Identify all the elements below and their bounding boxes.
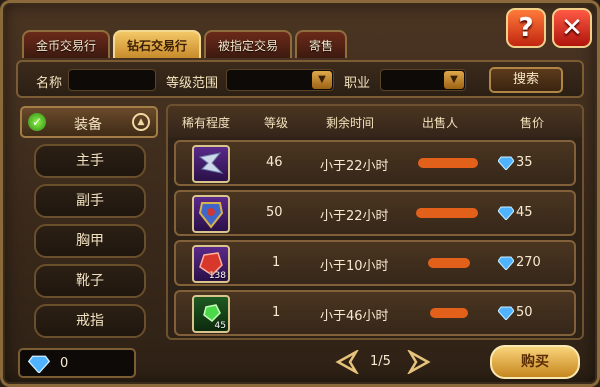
search-bar: 名称 等级范围 ▼ 职业 ▼ 搜索 (16, 60, 584, 98)
diamond-icon (498, 206, 514, 220)
page-indicator: 1/5 (370, 354, 391, 369)
table-header: 稀有程度 等级 剩余时间 出售人 售价 (168, 106, 582, 138)
col-seller: 出售人 (422, 116, 459, 130)
job-label: 职业 (344, 76, 371, 91)
row-level: 1 (272, 255, 281, 270)
category-label: 装备 (74, 117, 102, 133)
table-row[interactable]: 46 小于22小时 35 (174, 140, 576, 186)
listing-table: 稀有程度 等级 剩余时间 出售人 售价 46 小于22小时 35 50 小于22… (166, 104, 584, 340)
close-button[interactable]: ✕ (552, 8, 592, 48)
seller-redacted (428, 258, 470, 268)
row-price: 270 (516, 255, 541, 270)
prev-page-icon[interactable] (334, 350, 360, 374)
tab-bar: 金币交易行 钻石交易行 被指定交易 寄售 (22, 30, 348, 60)
name-label: 名称 (36, 76, 63, 91)
help-button[interactable]: ? (506, 8, 546, 48)
emerald-icon: 45 (192, 295, 230, 333)
row-level: 50 (266, 205, 283, 220)
row-price: 45 (516, 205, 533, 220)
col-price: 售价 (520, 116, 545, 130)
row-level: 46 (266, 155, 283, 170)
collapse-up-icon[interactable]: ▲ (132, 113, 150, 131)
ruby-icon: 138 (192, 245, 230, 283)
col-level: 等级 (264, 116, 289, 130)
item-count: 45 (214, 321, 226, 331)
seller-redacted (430, 308, 468, 318)
table-row[interactable]: 45 1 小于46小时 50 (174, 290, 576, 336)
next-page-icon[interactable] (406, 350, 432, 374)
chevron-down-icon: ▼ (444, 71, 464, 89)
tab-gold-market[interactable]: 金币交易行 (22, 30, 111, 58)
checkmark-icon: ✓ (28, 113, 46, 131)
diamond-icon (498, 306, 514, 320)
category-sidebar: ✓ 装备 ▲ 主手 副手 胸甲 靴子 戒指 (16, 104, 162, 344)
table-row[interactable]: 138 1 小于10小时 270 (174, 240, 576, 286)
tab-diamond-market[interactable]: 钻石交易行 (113, 30, 202, 58)
tab-designated-trade[interactable]: 被指定交易 (204, 30, 293, 58)
table-row[interactable]: 50 小于22小时 45 (174, 190, 576, 236)
col-time-left: 剩余时间 (326, 116, 375, 130)
balance-value: 0 (60, 356, 69, 371)
sidebar-item-boots[interactable]: 靴子 (34, 264, 146, 298)
diamond-balance: 0 (18, 348, 136, 378)
category-equipment[interactable]: ✓ 装备 ▲ (20, 106, 158, 138)
row-time: 小于22小时 (320, 159, 389, 174)
tab-consign[interactable]: 寄售 (295, 30, 348, 58)
level-range-label: 等级范围 (166, 76, 219, 91)
question-icon: ? (518, 13, 534, 43)
name-input[interactable] (68, 69, 156, 91)
buy-button[interactable]: 购买 (490, 345, 580, 379)
diamond-icon (498, 256, 514, 270)
sidebar-item-ring[interactable]: 戒指 (34, 304, 146, 338)
armor-icon (192, 195, 230, 233)
job-dropdown[interactable]: ▼ (380, 69, 466, 91)
row-time: 小于22小时 (320, 209, 389, 224)
close-icon: ✕ (561, 13, 583, 43)
row-time: 小于46小时 (320, 309, 389, 324)
seller-redacted (418, 158, 478, 168)
chevron-down-icon: ▼ (312, 71, 332, 89)
row-price: 50 (516, 305, 533, 320)
sidebar-item-off-hand[interactable]: 副手 (34, 184, 146, 218)
level-range-dropdown[interactable]: ▼ (226, 69, 334, 91)
blade-icon (192, 145, 230, 183)
row-level: 1 (272, 305, 281, 320)
diamond-icon (28, 355, 50, 373)
diamond-icon (498, 156, 514, 170)
search-button[interactable]: 搜索 (489, 67, 563, 93)
row-time: 小于10小时 (320, 259, 389, 274)
sidebar-item-chest[interactable]: 胸甲 (34, 224, 146, 258)
col-rarity: 稀有程度 (182, 116, 231, 130)
sidebar-item-main-hand[interactable]: 主手 (34, 144, 146, 178)
item-count: 138 (208, 271, 226, 281)
row-price: 35 (516, 155, 533, 170)
seller-redacted (416, 208, 478, 218)
